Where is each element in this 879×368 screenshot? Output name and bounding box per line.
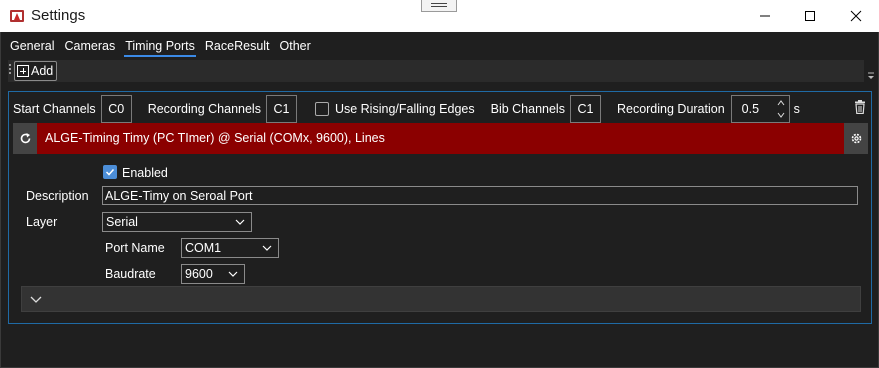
recording-channels-input[interactable]: C1: [265, 95, 297, 123]
layer-label: Layer: [26, 215, 58, 229]
recording-duration-label: Recording Duration: [616, 102, 725, 116]
device-header: ALGE-Timing Timy (PC TImer) @ Serial (CO…: [13, 123, 868, 154]
chevron-down-icon: [235, 219, 245, 225]
recording-channels-label: Recording Channels: [147, 102, 261, 116]
bib-channels-label: Bib Channels: [490, 102, 565, 116]
maximize-button[interactable]: [787, 0, 833, 32]
recording-duration-input[interactable]: 0.5: [730, 95, 790, 123]
refresh-icon: [20, 133, 30, 144]
spinner-up-icon[interactable]: [777, 99, 785, 107]
port-name-select[interactable]: COM1: [181, 238, 279, 258]
add-button[interactable]: Add: [14, 61, 58, 81]
gear-icon: [851, 133, 861, 144]
layer-value: Serial: [106, 215, 138, 229]
enabled-label: Enabled: [122, 166, 168, 180]
title-bar: Settings: [0, 0, 879, 32]
baudrate-value: 9600: [185, 267, 213, 281]
start-channels-label: Start Channels: [13, 102, 96, 116]
device-header-title: ALGE-Timing Timy (PC TImer) @ Serial (CO…: [45, 131, 385, 145]
settings-app-icon: [10, 10, 24, 22]
baudrate-label: Baudrate: [105, 267, 156, 281]
enabled-checkbox[interactable]: [103, 165, 117, 179]
recording-duration-value: 0.5: [741, 102, 760, 116]
plus-square-icon: [17, 65, 29, 77]
tab-cameras[interactable]: Cameras: [62, 38, 117, 57]
chevron-down-icon: [228, 271, 238, 277]
spinner-down-icon[interactable]: [777, 111, 785, 119]
description-label: Description: [26, 189, 89, 203]
toolbar-grip[interactable]: [9, 64, 12, 78]
chevron-down-icon: [30, 296, 42, 303]
close-button[interactable]: [833, 0, 879, 32]
toolbar: Add: [8, 60, 864, 82]
start-channels-input[interactable]: C0: [100, 95, 132, 123]
tab-timing-ports[interactable]: Timing Ports: [123, 38, 197, 57]
close-icon: [850, 10, 862, 22]
minimize-button[interactable]: [742, 0, 788, 32]
refresh-button[interactable]: [13, 123, 37, 154]
port-name-label: Port Name: [105, 241, 165, 255]
advanced-expander[interactable]: [21, 286, 861, 312]
trash-icon[interactable]: [854, 100, 866, 114]
title-drag-handle[interactable]: [421, 0, 457, 12]
description-input[interactable]: ALGE-Timy on Seroal Port: [102, 186, 858, 205]
timing-port-panel: Start Channels C0 Recording Channels C1 …: [8, 91, 872, 324]
baudrate-select[interactable]: 9600: [181, 264, 245, 284]
recording-duration-unit: s: [793, 102, 800, 116]
tab-raceresult[interactable]: RaceResult: [203, 38, 272, 57]
tab-other[interactable]: Other: [278, 38, 313, 57]
bib-channels-input[interactable]: C1: [569, 95, 601, 123]
edges-checkbox-wrap: [314, 102, 329, 116]
layer-select[interactable]: Serial: [102, 212, 252, 232]
maximize-icon: [805, 11, 815, 21]
port-name-value: COM1: [185, 241, 222, 255]
minimize-icon: [760, 15, 770, 17]
add-button-label: Add: [31, 64, 54, 78]
checkmark-icon: [105, 168, 115, 176]
channels-row: Start Channels C0 Recording Channels C1 …: [13, 95, 800, 123]
tab-bar: General Cameras Timing Ports RaceResult …: [8, 38, 319, 57]
toolbar-overflow-icon[interactable]: [867, 72, 875, 80]
tab-general[interactable]: General: [8, 38, 56, 57]
duration-spinner: [777, 99, 785, 119]
chevron-down-icon: [262, 245, 272, 251]
window-title: Settings: [31, 7, 86, 24]
rising-falling-edges-label: Use Rising/Falling Edges: [334, 102, 475, 116]
settings-window: General Cameras Timing Ports RaceResult …: [0, 32, 879, 368]
device-settings-button[interactable]: [844, 123, 868, 154]
rising-falling-edges-checkbox[interactable]: [314, 102, 329, 116]
